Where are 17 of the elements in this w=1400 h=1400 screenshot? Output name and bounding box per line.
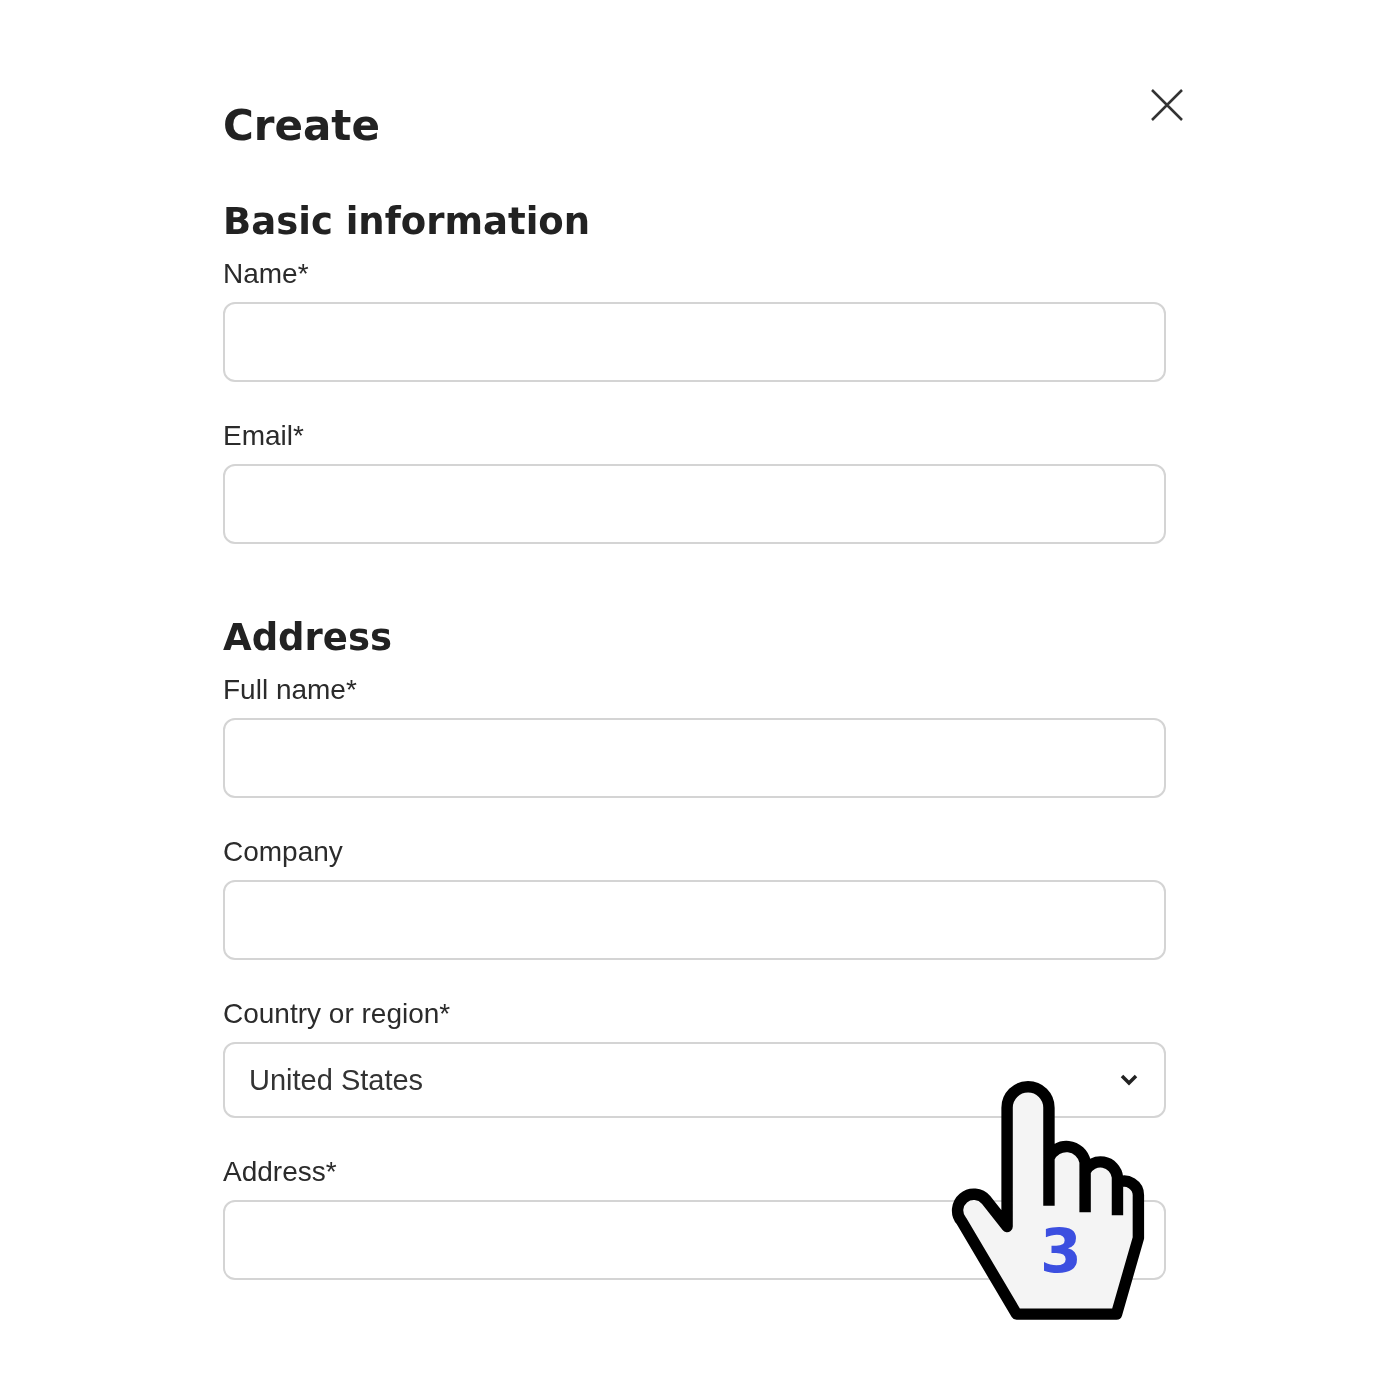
input-field[interactable] xyxy=(223,718,1166,798)
field-label: Country or region* xyxy=(223,997,451,1031)
field-label: Company xyxy=(223,835,343,869)
dialog-title: Create xyxy=(223,100,380,152)
close-icon[interactable] xyxy=(1150,88,1184,122)
field-label: Full name* xyxy=(223,673,357,707)
field-label: Name* xyxy=(223,257,309,291)
input-field[interactable] xyxy=(223,302,1166,382)
section-heading: Basic information xyxy=(223,199,591,245)
field-label: Email* xyxy=(223,419,304,453)
field-label: Address* xyxy=(223,1155,337,1189)
input-field[interactable] xyxy=(223,464,1166,544)
step-number: 3 xyxy=(1040,1216,1082,1286)
chevron-down-icon xyxy=(1118,1072,1140,1088)
input-field[interactable] xyxy=(223,880,1166,960)
select-field[interactable]: United States xyxy=(223,1042,1166,1118)
section-heading: Address xyxy=(223,615,392,661)
